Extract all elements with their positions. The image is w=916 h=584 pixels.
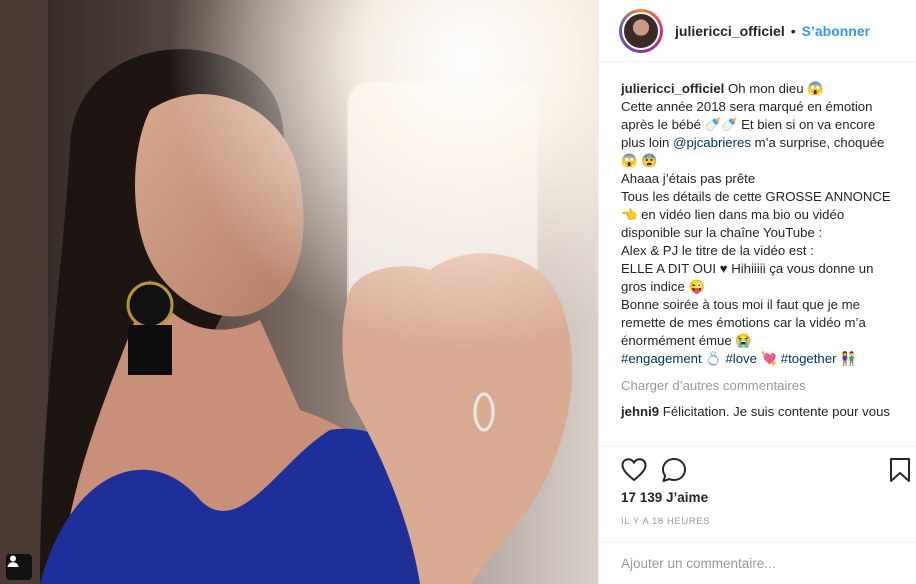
caption-line: Bonne soirée à tous moi il faut que je m… <box>621 297 866 348</box>
comments-section: juliericci_officiel Oh mon dieu 😱 Cette … <box>621 80 901 421</box>
caption-line: Alex & PJ le titre de la vidéo est : <box>621 243 814 258</box>
hashtag-link[interactable]: #engagement <box>621 351 702 366</box>
caption-username[interactable]: juliericci_officiel <box>621 81 724 96</box>
follow-button[interactable]: S’abonner <box>802 23 870 39</box>
avatar[interactable] <box>619 8 663 53</box>
add-comment-bar <box>599 542 916 584</box>
post-header: juliericci_officiel • S’abonner <box>599 0 916 62</box>
hashtag-emoji: 💍 <box>705 351 722 366</box>
header-separator: • <box>790 22 796 39</box>
post-timestamp[interactable]: IL Y A 18 HEURES <box>621 516 710 527</box>
post-actions-bar <box>599 446 916 492</box>
hashtag-link[interactable]: #together <box>781 351 837 366</box>
comment-username[interactable]: jehni9 <box>621 404 659 419</box>
photo-illustration <box>0 0 598 584</box>
heart-icon[interactable] <box>621 457 647 483</box>
bookmark-icon[interactable] <box>887 457 913 483</box>
user-tag-icon[interactable] <box>6 554 32 580</box>
hashtag-link[interactable]: #love <box>725 351 757 366</box>
post-caption: juliericci_officiel Oh mon dieu 😱 Cette … <box>621 80 901 368</box>
caption-line: Ahaaa j’étais pas prête <box>621 171 756 186</box>
avatar-image <box>622 11 660 50</box>
post-side-panel: juliericci_officiel • S’abonner julieric… <box>598 0 916 584</box>
header-username[interactable]: juliericci_officiel <box>675 23 785 39</box>
comment-text: Félicitation. Je suis contente pour vous <box>662 404 891 419</box>
hashtag-emoji: 👫 <box>840 351 857 366</box>
add-comment-input[interactable] <box>621 556 895 571</box>
comment-item: jehni9 Félicitation. Je suis contente po… <box>621 403 901 421</box>
comment-icon[interactable] <box>661 457 687 483</box>
load-more-comments-button[interactable]: Charger d’autres commentaires <box>621 377 901 395</box>
caption-line: ELLE A DIT OUI ♥ Hihiiiii ça vous donne … <box>621 261 874 294</box>
caption-mention-link[interactable]: @pjcabrieres <box>673 135 751 150</box>
hashtag-emoji: 💘 <box>760 351 778 366</box>
likes-count[interactable]: 17 139 J’aime <box>621 490 708 505</box>
caption-line: Tous les détails de cette GROSSE ANNONCE… <box>621 189 891 240</box>
caption-line: Oh mon dieu 😱 <box>728 81 824 96</box>
post-photo[interactable] <box>0 0 598 584</box>
